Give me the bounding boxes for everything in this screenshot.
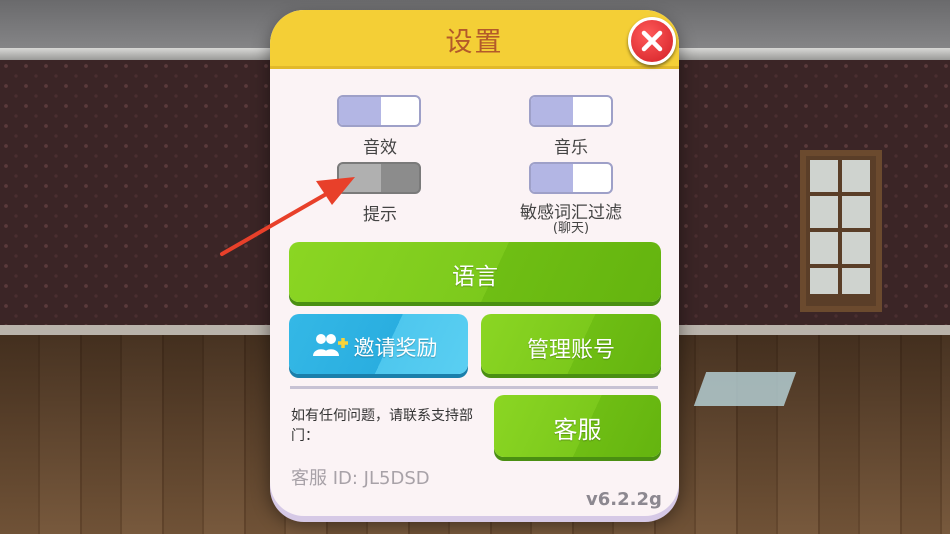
toggle-fill xyxy=(531,164,573,192)
sound-effects-toggle[interactable] xyxy=(337,95,421,127)
dialog-header: 设置 xyxy=(270,10,679,69)
window-pane xyxy=(842,232,870,264)
contact-support-text: 如有任何问题，请联系支持部门： xyxy=(291,408,473,444)
window-pane xyxy=(842,196,870,228)
music-toggle[interactable] xyxy=(529,95,613,127)
sound-effects-label: 音效 xyxy=(363,138,397,158)
toggle-fill xyxy=(339,97,381,125)
window-pane xyxy=(842,268,870,294)
section-divider xyxy=(290,386,658,389)
customer-service-label: 客服 xyxy=(553,416,602,444)
dialog-title: 设置 xyxy=(445,27,504,58)
invite-reward-label: 邀请奖励 xyxy=(353,336,438,360)
room-window xyxy=(800,150,882,312)
close-button[interactable] xyxy=(628,17,676,65)
language-button-label: 语言 xyxy=(452,264,498,290)
profanity-filter-toggle[interactable] xyxy=(529,162,613,194)
window-pane xyxy=(810,268,838,294)
manage-account-button[interactable]: 管理账号 xyxy=(481,314,661,374)
manage-account-label: 管理账号 xyxy=(526,338,615,363)
invite-reward-button[interactable]: 邀请奖励 xyxy=(289,314,468,374)
window-pane xyxy=(810,232,838,264)
language-button[interactable]: 语言 xyxy=(289,242,661,302)
version-label: v6.2.2g xyxy=(586,489,662,510)
toggle-fill xyxy=(339,164,381,192)
music-label: 音乐 xyxy=(554,138,588,158)
hints-toggle[interactable] xyxy=(337,162,421,194)
hints-label: 提示 xyxy=(363,205,397,225)
window-pane xyxy=(810,160,838,192)
profanity-filter-sublabel: (聊天) xyxy=(552,221,590,236)
window-pane xyxy=(810,196,838,228)
customer-service-button[interactable]: 客服 xyxy=(494,395,661,457)
close-icon xyxy=(641,30,663,52)
window-pane xyxy=(842,160,870,192)
toggle-fill xyxy=(531,97,573,125)
customer-service-id: 客服 ID: JL5DSD xyxy=(291,468,430,489)
rug xyxy=(693,372,797,406)
